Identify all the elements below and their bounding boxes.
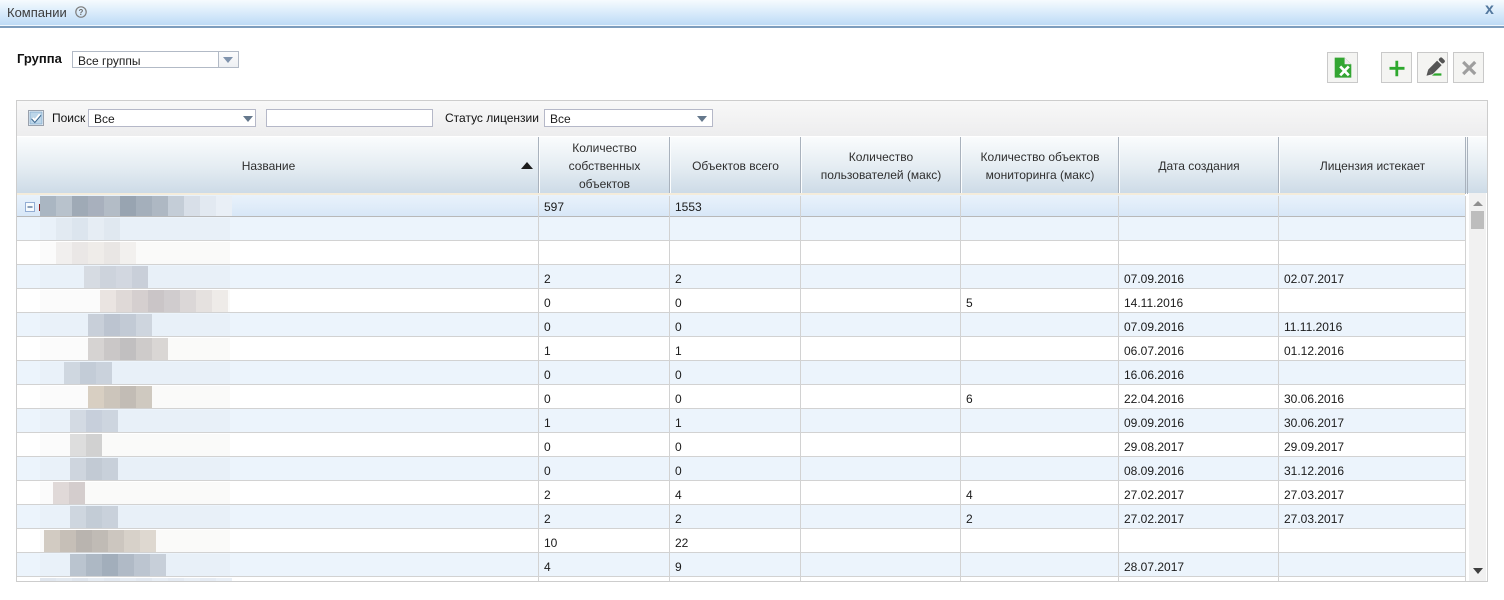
svg-text:?: ? xyxy=(79,8,84,17)
